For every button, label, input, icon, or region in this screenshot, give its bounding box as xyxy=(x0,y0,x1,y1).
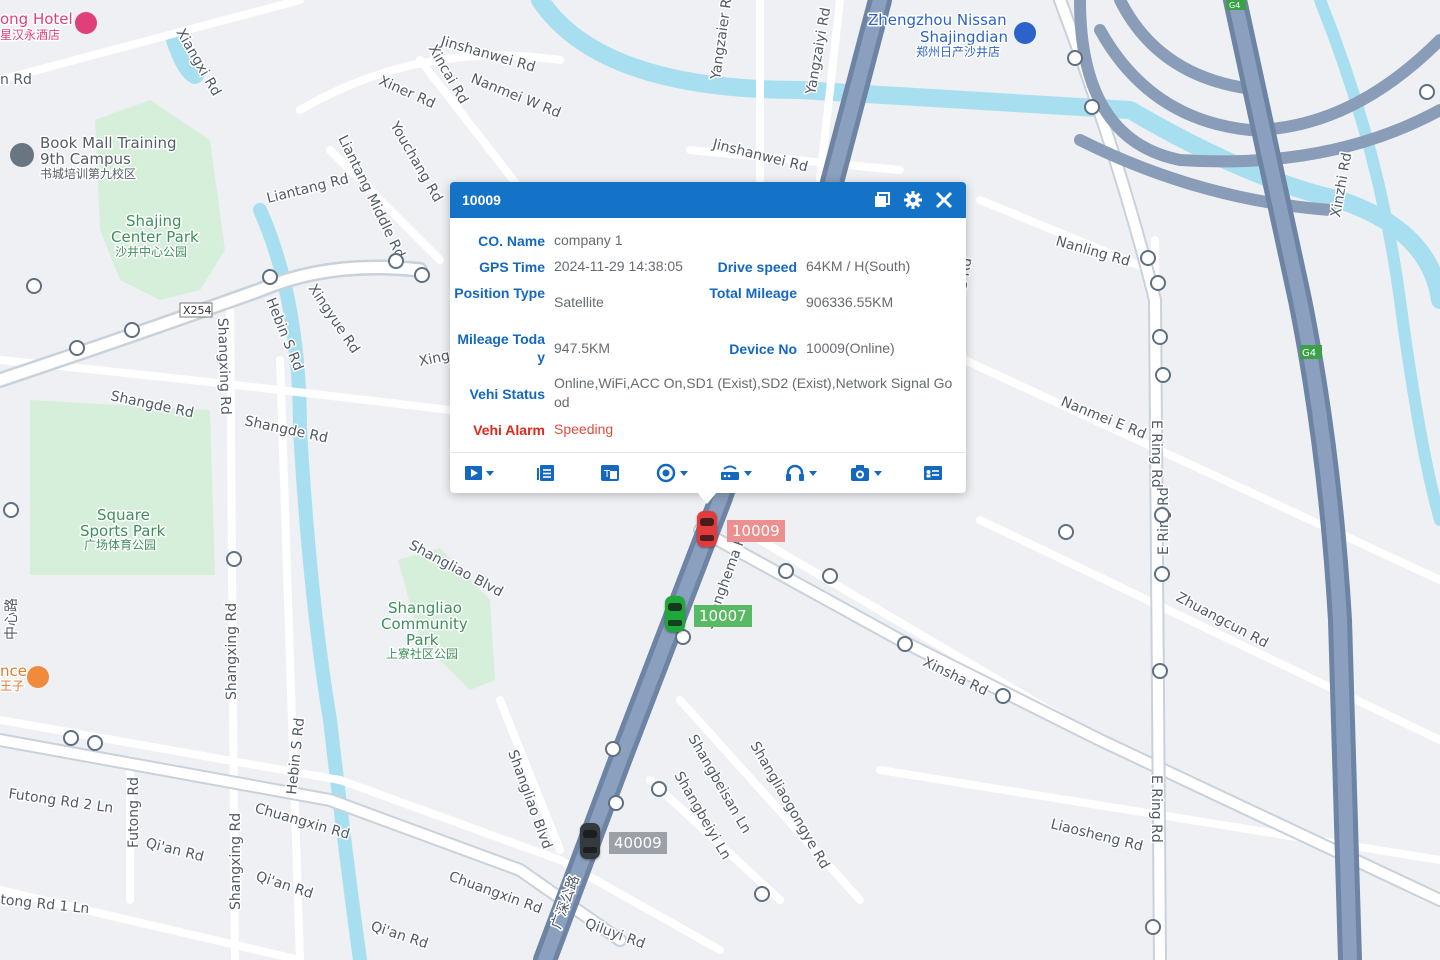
svg-text:Shajingdian: Shajingdian xyxy=(920,28,1008,46)
vehi-status-label: Vehi Status xyxy=(469,386,545,402)
info-card-icon[interactable] xyxy=(923,463,943,483)
vehicle-40009-label[interactable]: 40009 xyxy=(609,832,667,854)
track-icon[interactable] xyxy=(656,463,690,483)
mileage-today-value: 947.5KM xyxy=(554,340,611,356)
road-label: Shangxing Rd xyxy=(224,603,240,700)
svg-text:星汉永酒店: 星汉永酒店 xyxy=(0,28,60,42)
svg-text:Center Park: Center Park xyxy=(111,228,199,246)
svg-text:ong Hotel: ong Hotel xyxy=(0,10,73,28)
drive-speed-label: Drive speed xyxy=(717,259,797,275)
vehicle-40009-marker[interactable] xyxy=(580,823,600,859)
popup-header: 10009 xyxy=(450,182,966,218)
window-restore-icon[interactable] xyxy=(872,190,892,210)
car-dealer-icon xyxy=(1014,22,1036,44)
popup-title: 10009 xyxy=(462,192,501,208)
device-settings-icon[interactable] xyxy=(720,463,754,483)
vehicle-10007-marker[interactable] xyxy=(665,596,685,632)
restaurant-icon xyxy=(27,666,49,688)
total-mileage-label: Total Mileage xyxy=(709,285,797,301)
popup-toolbar: T xyxy=(450,452,966,493)
svg-text:沙井中心公园: 沙井中心公园 xyxy=(115,244,187,259)
road-label: Shangxing Rd xyxy=(228,813,244,910)
device-no-label: Device No xyxy=(729,341,797,357)
gear-icon[interactable] xyxy=(903,190,923,210)
vehi-alarm-value: Speeding xyxy=(554,421,614,437)
road-label: 中心路 xyxy=(4,598,20,640)
svg-text:9th Campus: 9th Campus xyxy=(40,150,131,168)
report-icon[interactable] xyxy=(536,463,556,483)
co-name-label: CO. Name xyxy=(478,233,545,249)
popup-pointer xyxy=(697,492,717,504)
vehicle-10007-label[interactable]: 10007 xyxy=(694,605,752,627)
drive-speed-value: 64KM / H(South) xyxy=(806,258,911,274)
x254-shield: X254 xyxy=(183,304,212,317)
svg-text:广场体育公园: 广场体育公园 xyxy=(84,537,156,552)
school-icon xyxy=(10,143,34,167)
svg-text:书城培训第九校区: 书城培训第九校区 xyxy=(40,166,136,181)
position-type-value: Satellite xyxy=(554,294,604,310)
vehicle-info-popup: 10009 CO. Name company 1 GPS Time 2024-1… xyxy=(450,182,966,493)
gps-time-value: 2024-11-29 14:38:05 xyxy=(554,258,683,274)
svg-text:nce: nce xyxy=(0,662,27,680)
svg-text:Zhengzhou Nissan: Zhengzhou Nissan xyxy=(868,11,1007,29)
svg-text:王子: 王子 xyxy=(0,679,24,693)
camera-icon[interactable] xyxy=(850,463,884,483)
road-label: n Rd xyxy=(0,72,32,88)
road-label: E Ring Rd xyxy=(1148,420,1164,488)
vehi-status-value: Online,WiFi,ACC On,SD1 (Exist),SD2 (Exis… xyxy=(554,375,953,410)
road-label: Futong Rd xyxy=(126,777,142,848)
popup-body: CO. Name company 1 GPS Time 2024-11-29 1… xyxy=(450,218,966,452)
vehi-alarm-label: Vehi Alarm xyxy=(473,422,545,438)
g4-shield: G4 xyxy=(1302,348,1316,359)
svg-text:上寮社区公园: 上寮社区公园 xyxy=(386,646,458,661)
road-label: Shangxing Rd xyxy=(214,318,233,416)
poi-shangliao-park[interactable]: Shangliao Community Park 上寮社区公园 xyxy=(380,598,470,663)
position-type-label: Position Type xyxy=(454,285,545,301)
co-name-value: company 1 xyxy=(554,232,623,248)
vehicle-10009-label[interactable]: 10009 xyxy=(727,520,785,542)
close-icon[interactable] xyxy=(934,190,954,210)
gps-time-label: GPS Time xyxy=(479,259,545,275)
g4-shield: G4 xyxy=(1229,1,1240,10)
svg-text:T: T xyxy=(603,469,611,480)
vehicle-10009-marker[interactable] xyxy=(697,511,717,547)
hotel-icon xyxy=(75,12,97,34)
mileage-today-label: Mileage Today xyxy=(457,331,545,365)
headset-icon[interactable] xyxy=(785,463,819,483)
device-no-value: 10009(Online) xyxy=(806,340,895,356)
svg-text:郑州日产沙井店: 郑州日产沙井店 xyxy=(916,44,1000,59)
road-label: E Ring Rd xyxy=(1148,775,1164,843)
total-mileage-value: 906336.55KM xyxy=(806,294,894,310)
translate-icon[interactable]: T xyxy=(600,463,620,483)
video-icon[interactable] xyxy=(464,463,496,483)
